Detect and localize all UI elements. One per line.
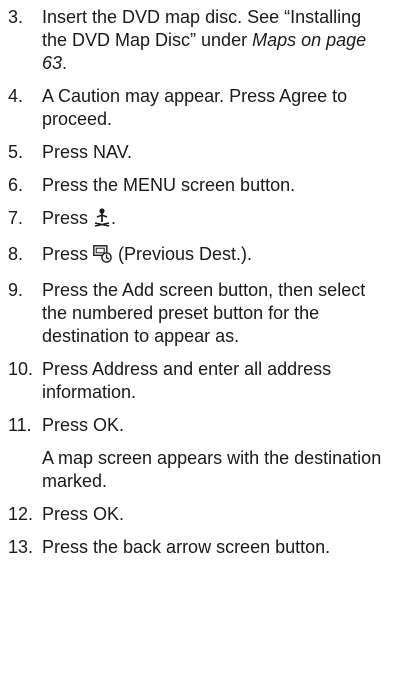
step-text-segment: . — [111, 208, 117, 228]
step-number: 10. — [8, 359, 34, 379]
step-text-segment: Press Address and enter all address info… — [42, 359, 332, 402]
step-text: Press the Add screen button, then select… — [42, 279, 390, 348]
instruction-step: 5. Press NAV. — [8, 141, 390, 164]
step-number: 8. — [8, 244, 24, 264]
step-number: 4. — [8, 86, 24, 106]
step-number: 5. — [8, 142, 24, 162]
instruction-step: 4. A Caution may appear. Press Agree to p… — [8, 85, 390, 131]
step-text: A Caution may appear. Press Agree to pro… — [42, 85, 390, 131]
step-text: Press OK. A map screen appears with the d… — [42, 414, 390, 493]
step-text: Press OK. — [42, 503, 390, 526]
step-number: 7. — [8, 208, 24, 228]
instruction-steps: 3. Insert the DVD map disc. See “Installi… — [8, 6, 390, 559]
step-text: Press the back arrow screen button. — [42, 536, 390, 559]
instruction-page: 3. Insert the DVD map disc. See “Installi… — [0, 0, 398, 698]
step-number: 11. — [8, 415, 32, 435]
step-number: 9. — [8, 280, 24, 300]
step-text-segment: Press the MENU screen button. — [42, 175, 296, 195]
instruction-step: 7. Press . — [8, 207, 390, 233]
instruction-step: 10. Press Address and enter all address i… — [8, 358, 390, 404]
step-text: Press Address and enter all address info… — [42, 358, 390, 404]
step-text: Press (Previous Dest.). — [42, 243, 390, 269]
instruction-step: 6. Press the MENU screen button. — [8, 174, 390, 197]
step-text-segment: Press OK. — [42, 415, 125, 435]
step-text-segment: Press the back arrow screen button. — [42, 537, 331, 557]
step-text-segment: Press — [42, 244, 94, 264]
step-text-segment: Press OK. — [42, 504, 125, 524]
instruction-step: 8. Press (Previous Dest.). — [8, 243, 390, 269]
instruction-step: 12. Press OK. — [8, 503, 390, 526]
step-number: 3. — [8, 7, 24, 27]
instruction-step: 9. Press the Add screen button, then sele… — [8, 279, 390, 348]
step-text: Press NAV. — [42, 141, 390, 164]
step-text-segment: A Caution may appear. Press Agree to pro… — [42, 86, 348, 129]
step-note: A map screen appears with the destinatio… — [42, 448, 382, 491]
step-text-segment: Press NAV. — [42, 142, 133, 162]
step-text-segment: (Previous Dest.). — [113, 244, 253, 264]
step-text-segment: . — [62, 53, 68, 73]
step-text: Press the MENU screen button. — [42, 174, 390, 197]
destination-flag-icon — [93, 207, 111, 233]
step-text-segment: Press — [42, 208, 94, 228]
instruction-step: 11. Press OK. A map screen appears with th… — [8, 414, 390, 493]
step-text-segment: Press the Add screen button, then select… — [42, 280, 366, 346]
step-text: Insert the DVD map disc. See “Installing… — [42, 6, 390, 75]
step-text: Press . — [42, 207, 390, 233]
instruction-step: 13. Press the back arrow screen button. — [8, 536, 390, 559]
step-number: 13. — [8, 537, 34, 557]
step-number: 12. — [8, 504, 34, 524]
instruction-step: 3. Insert the DVD map disc. See “Installi… — [8, 6, 390, 75]
step-number: 6. — [8, 175, 24, 195]
previous-destination-icon — [93, 245, 113, 269]
